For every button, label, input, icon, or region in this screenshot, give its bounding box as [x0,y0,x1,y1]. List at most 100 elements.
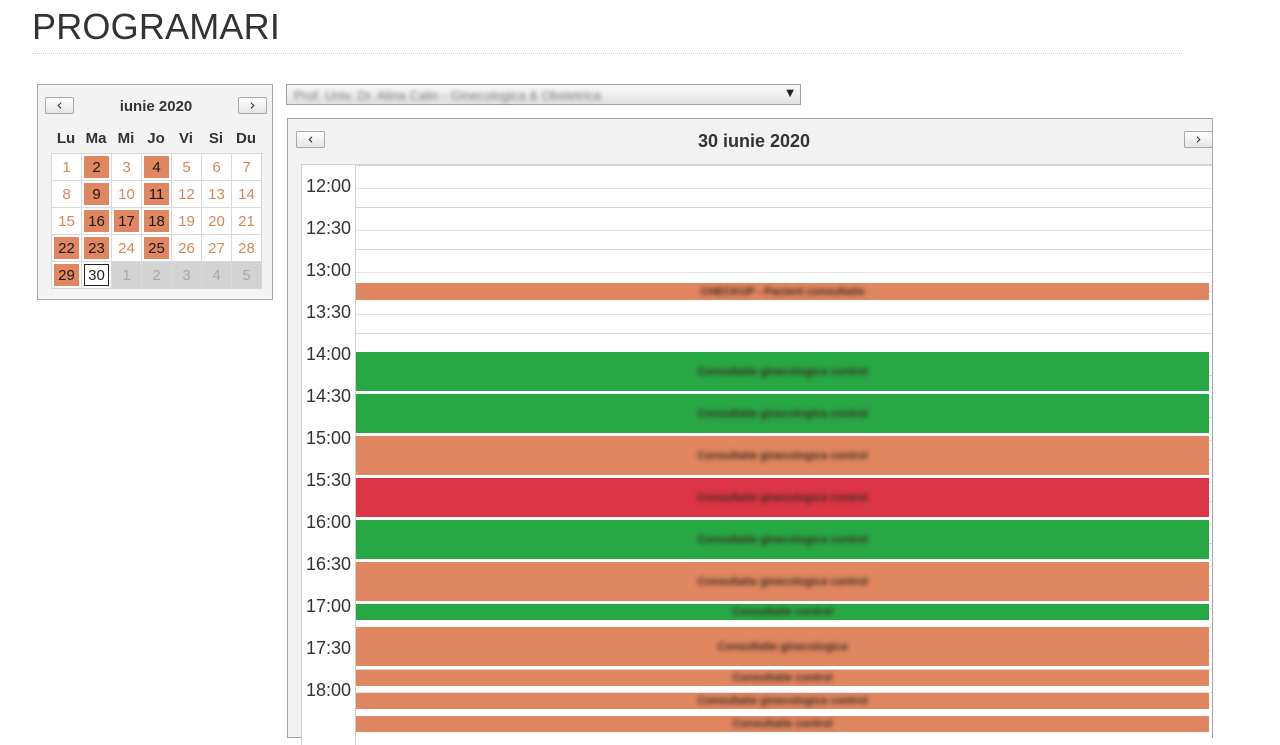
appointment-block[interactable]: Consultatie ginecologica control [356,693,1209,709]
calendar-day-number: 18 [148,212,165,230]
calendar-day-number: 19 [178,212,195,230]
calendar-day[interactable]: 1 [52,154,82,181]
calendar-day[interactable]: 22 [52,235,82,262]
calendar-day[interactable]: 14 [232,181,262,208]
appointment-block[interactable]: Consultatie control [356,716,1209,732]
calendar-day-number: 8 [62,185,71,203]
weekday-label: Jo [147,130,165,147]
appointment-block[interactable]: Consultatie ginecologica control [356,352,1209,391]
page-title: PROGRAMARI [32,6,281,47]
prev-day-button[interactable]: ‹ [296,131,325,148]
slot-divider [356,333,1212,334]
calendar-day[interactable]: 26 [172,235,202,262]
weekday-header: Lu Ma Mi Jo Vi Si Du [51,130,261,148]
calendar-day[interactable]: 5 [172,154,202,181]
time-label: 15:00 [305,428,352,448]
time-column: 12:00 12:30 13:00 13:30 14:00 14:30 15:00 15:30… [302,165,356,745]
calendar-day[interactable]: 12 [172,181,202,208]
calendar-day[interactable]: 24 [112,235,142,262]
calendar-day-number: 28 [238,239,255,257]
weekday-label: Mi [117,130,135,147]
calendar-day[interactable]: 13 [202,181,232,208]
slot-subdivider [356,272,1212,273]
calendar-day[interactable]: 25 [142,235,172,262]
appointment-block[interactable]: Consultatie ginecologica control [356,394,1209,433]
calendar-day-number: 6 [212,158,221,176]
appointment-label: CHECKUP - Pacient consultatie [700,285,865,298]
calendar-day[interactable]: 17 [112,208,142,235]
calendar-day[interactable]: 3 [112,154,142,181]
calendar-day[interactable]: 8 [52,181,82,208]
prev-month-button[interactable]: ‹ [45,97,74,114]
calendar-day-number: 1 [122,266,131,284]
calendar-day-number: 4 [152,158,161,176]
calendar-day[interactable]: 19 [172,208,202,235]
dropdown-arrow-icon: ▼ [786,88,794,99]
calendar-day[interactable]: 27 [202,235,232,262]
weekday-label: Vi [179,130,193,147]
time-label: 16:30 [305,554,352,574]
calendar-day[interactable]: 28 [232,235,262,262]
appointment-block[interactable]: Consultatie control [356,670,1209,686]
calendar-day: 2 [142,262,172,289]
time-label: 12:00 [305,176,352,196]
calendar-day-number: 7 [242,158,251,176]
calendar-day-number: 27 [208,239,225,257]
chevron-right-icon: › [249,96,256,114]
appointment-label: Consultatie control [732,672,833,684]
calendar-day[interactable]: 21 [232,208,262,235]
appointment-label: Consultatie ginecologica [717,640,848,653]
slot-divider [356,207,1212,208]
calendar-day[interactable]: 30 [82,262,112,289]
calendar-day-number: 10 [118,185,135,203]
calendar-day[interactable]: 15 [52,208,82,235]
day-title: 30 iunie 2020 [697,131,811,151]
calendar-day-number: 29 [58,266,75,284]
calendar-day-number: 23 [88,239,105,257]
appointment-label: Consultatie ginecologica control [697,575,868,588]
calendar-day-number: 16 [88,212,105,230]
next-day-button[interactable]: › [1184,131,1213,148]
calendar-day-number: 30 [88,266,105,284]
appointment-block[interactable]: Consultatie ginecologica [356,627,1209,666]
calendar-day-number: 15 [58,212,75,230]
appointment-label: Consultatie ginecologica control [697,407,868,420]
title-divider [32,53,1182,54]
calendar-day[interactable]: 20 [202,208,232,235]
appointment-label: Consultatie ginecologica control [697,695,868,707]
appointment-block[interactable]: Consultatie ginecologica control [356,520,1209,559]
calendar-day[interactable]: 7 [232,154,262,181]
calendar-day[interactable]: 23 [82,235,112,262]
day-schedule-panel: ‹ 30 iunie 2020 › 12:00 12:30 13:00 13:30 14… [287,118,1213,745]
calendar-day-number: 12 [178,185,195,203]
calendar-day[interactable]: 10 [112,181,142,208]
calendar-day[interactable]: 11 [142,181,172,208]
calendar-day-number: 22 [58,239,75,257]
time-grid: 12:00 12:30 13:00 13:30 14:00 14:30 15:00 15:30… [301,164,1212,745]
calendar-day[interactable]: 16 [82,208,112,235]
appointment-block[interactable]: Consultatie ginecologica control [356,478,1209,517]
next-month-button[interactable]: › [238,97,267,114]
calendar-day-number: 20 [208,212,225,230]
calendar-day: 1 [112,262,142,289]
appointment-block[interactable]: CHECKUP - Pacient consultatie [356,283,1209,300]
appointment-block[interactable]: Consultatie ginecologica control [356,562,1209,601]
calendar-day[interactable]: 6 [202,154,232,181]
calendar-day[interactable]: 18 [142,208,172,235]
calendar-day[interactable]: 9 [82,181,112,208]
calendar-day[interactable]: 2 [82,154,112,181]
slot-subdivider [356,314,1212,315]
appointment-block[interactable]: Consultatie ginecologica control [356,436,1209,475]
calendar-day[interactable]: 29 [52,262,82,289]
weekday-label: Lu [56,130,76,147]
calendar-day: 3 [172,262,202,289]
slot-subdivider [356,188,1212,189]
weekday-label: Du [236,130,256,147]
time-label: 12:30 [305,218,352,238]
calendar-day-number: 13 [208,185,225,203]
doctor-select[interactable]: Prof. Univ. Dr. Alina Calin - Ginecologi… [286,84,801,105]
calendar-day[interactable]: 4 [142,154,172,181]
day-grid: 1 2 3 4 5 6 7 8 9 10 11 12 13 14 15 16 17 18 19 20 21 22 23 24 2… [51,153,263,289]
appointment-label: Consultatie ginecologica control [697,449,868,462]
appointment-block[interactable]: Consultatie control [356,604,1209,620]
